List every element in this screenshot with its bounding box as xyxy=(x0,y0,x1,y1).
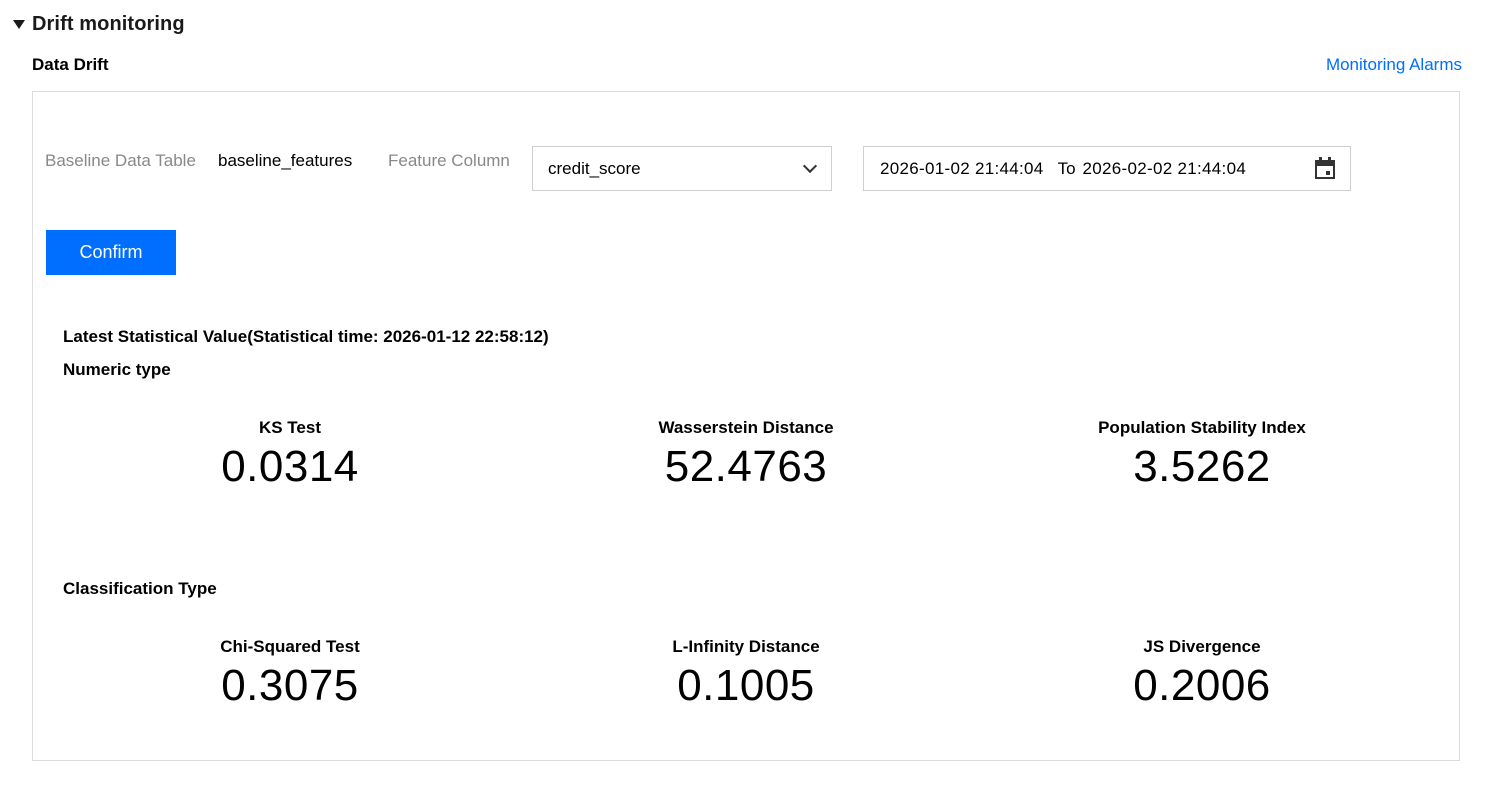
calendar-icon xyxy=(1314,157,1336,180)
metric-name: Chi-Squared Test xyxy=(220,637,360,656)
metric-ks-test: KS Test 0.0314 xyxy=(140,418,440,492)
metric-name: JS Divergence xyxy=(1143,637,1261,656)
metric-value: 0.3075 xyxy=(221,661,359,710)
monitoring-alarms-link[interactable]: Monitoring Alarms xyxy=(1326,55,1462,75)
feature-column-selected-value: credit_score xyxy=(548,158,641,178)
drift-monitoring-page: Drift monitoring Data Drift Monitoring A… xyxy=(0,0,1486,812)
metric-js-divergence: JS Divergence 0.2006 xyxy=(1052,637,1352,711)
numeric-type-heading: Numeric type xyxy=(63,360,171,379)
date-range-end: 2026-02-02 21:44:04 xyxy=(1082,158,1247,178)
confirm-button[interactable]: Confirm xyxy=(46,230,176,275)
metric-value: 0.0314 xyxy=(221,442,359,491)
metric-name: Population Stability Index xyxy=(1098,418,1306,437)
metric-wasserstein-distance: Wasserstein Distance 52.4763 xyxy=(596,418,896,492)
baseline-table-value: baseline_features xyxy=(218,151,353,170)
chevron-down-icon xyxy=(802,158,818,174)
metric-name: KS Test xyxy=(258,418,322,437)
date-range-start: 2026-01-02 21:44:04 xyxy=(880,158,1044,178)
metric-value: 52.4763 xyxy=(664,442,828,491)
metric-value: 3.5262 xyxy=(1133,442,1271,491)
metric-chi-squared-test: Chi-Squared Test 0.3075 xyxy=(140,637,440,711)
metric-value: 0.2006 xyxy=(1133,661,1271,710)
date-range-picker[interactable]: 2026-01-02 21:44:04 To 2026-02-02 21:44:… xyxy=(863,146,1351,191)
section-title: Drift monitoring xyxy=(32,12,185,35)
metric-population-stability-index: Population Stability Index 3.5262 xyxy=(1052,418,1352,492)
statistical-value-title: Latest Statistical Value(Statistical tim… xyxy=(63,327,549,346)
metric-name: L-Infinity Distance xyxy=(672,637,820,656)
metric-name: Wasserstein Distance xyxy=(658,418,834,437)
metric-value: 0.1005 xyxy=(677,661,815,710)
caret-down-icon xyxy=(13,20,25,29)
date-range-separator: To xyxy=(1057,158,1076,178)
metric-l-infinity-distance: L-Infinity Distance 0.1005 xyxy=(596,637,896,711)
feature-column-select[interactable]: credit_score xyxy=(532,146,832,191)
data-drift-panel: Baseline Data Table baseline_features Fe… xyxy=(32,91,1460,761)
data-drift-title: Data Drift xyxy=(32,55,109,74)
feature-column-label: Feature Column xyxy=(388,151,510,170)
baseline-table-label: Baseline Data Table xyxy=(45,151,196,170)
drift-monitoring-toggle[interactable]: Drift monitoring xyxy=(13,10,185,38)
classification-type-heading: Classification Type xyxy=(63,579,217,598)
